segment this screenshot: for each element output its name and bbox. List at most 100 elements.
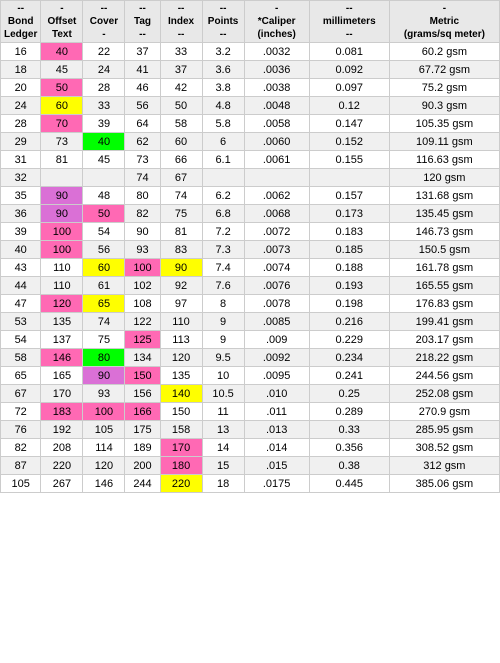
table-row: 31814573666.1.00610.155116.63 gsm — [1, 151, 500, 169]
cell-index: 150 — [160, 403, 202, 421]
cell-index: 110 — [160, 313, 202, 331]
cell-index: 66 — [160, 151, 202, 169]
cell-mm: 0.445 — [309, 475, 389, 493]
cell-points: 6.1 — [202, 151, 244, 169]
cell-tag: 102 — [125, 277, 160, 295]
cell-index: 42 — [160, 79, 202, 97]
cell-mm: 0.241 — [309, 367, 389, 385]
cell-tag: 150 — [125, 367, 160, 385]
cell-mm: 0.188 — [309, 259, 389, 277]
cell-bond: 82 — [1, 439, 41, 457]
cell-tag: 62 — [125, 133, 160, 151]
cell-cover: 39 — [83, 115, 125, 133]
cell-bond: 67 — [1, 385, 41, 403]
cell-metric: 135.45 gsm — [389, 205, 499, 223]
cell-mm: 0.38 — [309, 457, 389, 475]
cell-cover: 56 — [83, 241, 125, 259]
cell-bond: 32 — [1, 169, 41, 187]
cell-tag: 244 — [125, 475, 160, 493]
header-bond: --BondLedger — [1, 1, 41, 43]
cell-bond: 105 — [1, 475, 41, 493]
table-row: 391005490817.2.00720.183146.73 gsm — [1, 223, 500, 241]
cell-points: 9 — [202, 313, 244, 331]
cell-points: 7.4 — [202, 259, 244, 277]
cell-metric: 90.3 gsm — [389, 97, 499, 115]
cell-offset: 110 — [41, 277, 83, 295]
cell-points: 14 — [202, 439, 244, 457]
cell-mm: 0.234 — [309, 349, 389, 367]
cell-caliper: .0061 — [244, 151, 309, 169]
cell-offset: 45 — [41, 61, 83, 79]
table-row: 18452441373.6.00360.09267.72 gsm — [1, 61, 500, 79]
cell-points: 13 — [202, 421, 244, 439]
table-row: 24603356504.8.00480.1290.3 gsm — [1, 97, 500, 115]
cell-mm — [309, 169, 389, 187]
cell-caliper: .0076 — [244, 277, 309, 295]
table-row: 4712065108978.00780.198176.83 gsm — [1, 295, 500, 313]
header-index: --Index-- — [160, 1, 202, 43]
cell-metric: 120 gsm — [389, 169, 499, 187]
cell-mm: 0.155 — [309, 151, 389, 169]
cell-offset: 90 — [41, 187, 83, 205]
table-row: 16402237333.2.00320.08160.2 gsm — [1, 43, 500, 61]
cell-mm: 0.147 — [309, 115, 389, 133]
cell-offset — [41, 169, 83, 187]
cell-cover: 65 — [83, 295, 125, 313]
cell-tag: 80 — [125, 187, 160, 205]
cell-caliper: .0060 — [244, 133, 309, 151]
cell-caliper: .0074 — [244, 259, 309, 277]
cell-mm: 0.229 — [309, 331, 389, 349]
cell-tag: 166 — [125, 403, 160, 421]
cell-index: 180 — [160, 457, 202, 475]
cell-caliper: .014 — [244, 439, 309, 457]
cell-caliper: .0175 — [244, 475, 309, 493]
table-row: 10526714624422018.01750.445385.06 gsm — [1, 475, 500, 493]
cell-metric: 105.35 gsm — [389, 115, 499, 133]
cell-points: 3.8 — [202, 79, 244, 97]
table-row: 58146801341209.5.00920.234218.22 gsm — [1, 349, 500, 367]
cell-metric: 244.56 gsm — [389, 367, 499, 385]
cell-cover: 22 — [83, 43, 125, 61]
header-mm: --millimeters-- — [309, 1, 389, 43]
cell-points — [202, 169, 244, 187]
cell-tag: 156 — [125, 385, 160, 403]
cell-cover: 33 — [83, 97, 125, 115]
cell-metric: 116.63 gsm — [389, 151, 499, 169]
cell-mm: 0.193 — [309, 277, 389, 295]
cell-cover: 50 — [83, 205, 125, 223]
cell-mm: 0.097 — [309, 79, 389, 97]
cell-index: 50 — [160, 97, 202, 115]
cell-metric: 161.78 gsm — [389, 259, 499, 277]
cell-metric: 312 gsm — [389, 457, 499, 475]
cell-index: 120 — [160, 349, 202, 367]
cell-tag: 56 — [125, 97, 160, 115]
cell-cover: 75 — [83, 331, 125, 349]
cell-mm: 0.356 — [309, 439, 389, 457]
cell-points: 10.5 — [202, 385, 244, 403]
cell-tag: 37 — [125, 43, 160, 61]
cell-mm: 0.092 — [309, 61, 389, 79]
cell-metric: 60.2 gsm — [389, 43, 499, 61]
cell-metric: 218.22 gsm — [389, 349, 499, 367]
cell-caliper: .015 — [244, 457, 309, 475]
cell-offset: 208 — [41, 439, 83, 457]
cell-points: 15 — [202, 457, 244, 475]
cell-mm: 0.185 — [309, 241, 389, 259]
cell-cover: 61 — [83, 277, 125, 295]
cell-points: 7.2 — [202, 223, 244, 241]
cell-points: 11 — [202, 403, 244, 421]
cell-index: 33 — [160, 43, 202, 61]
cell-cover: 60 — [83, 259, 125, 277]
cell-caliper: .0078 — [244, 295, 309, 313]
cell-cover: 120 — [83, 457, 125, 475]
cell-bond: 29 — [1, 133, 41, 151]
cell-bond: 65 — [1, 367, 41, 385]
cell-points: 4.8 — [202, 97, 244, 115]
cell-bond: 87 — [1, 457, 41, 475]
cell-offset: 170 — [41, 385, 83, 403]
table-row: 7619210517515813.0130.33285.95 gsm — [1, 421, 500, 439]
cell-tag: 122 — [125, 313, 160, 331]
cell-points: 6.8 — [202, 205, 244, 223]
cell-points: 8 — [202, 295, 244, 313]
cell-bond: 76 — [1, 421, 41, 439]
